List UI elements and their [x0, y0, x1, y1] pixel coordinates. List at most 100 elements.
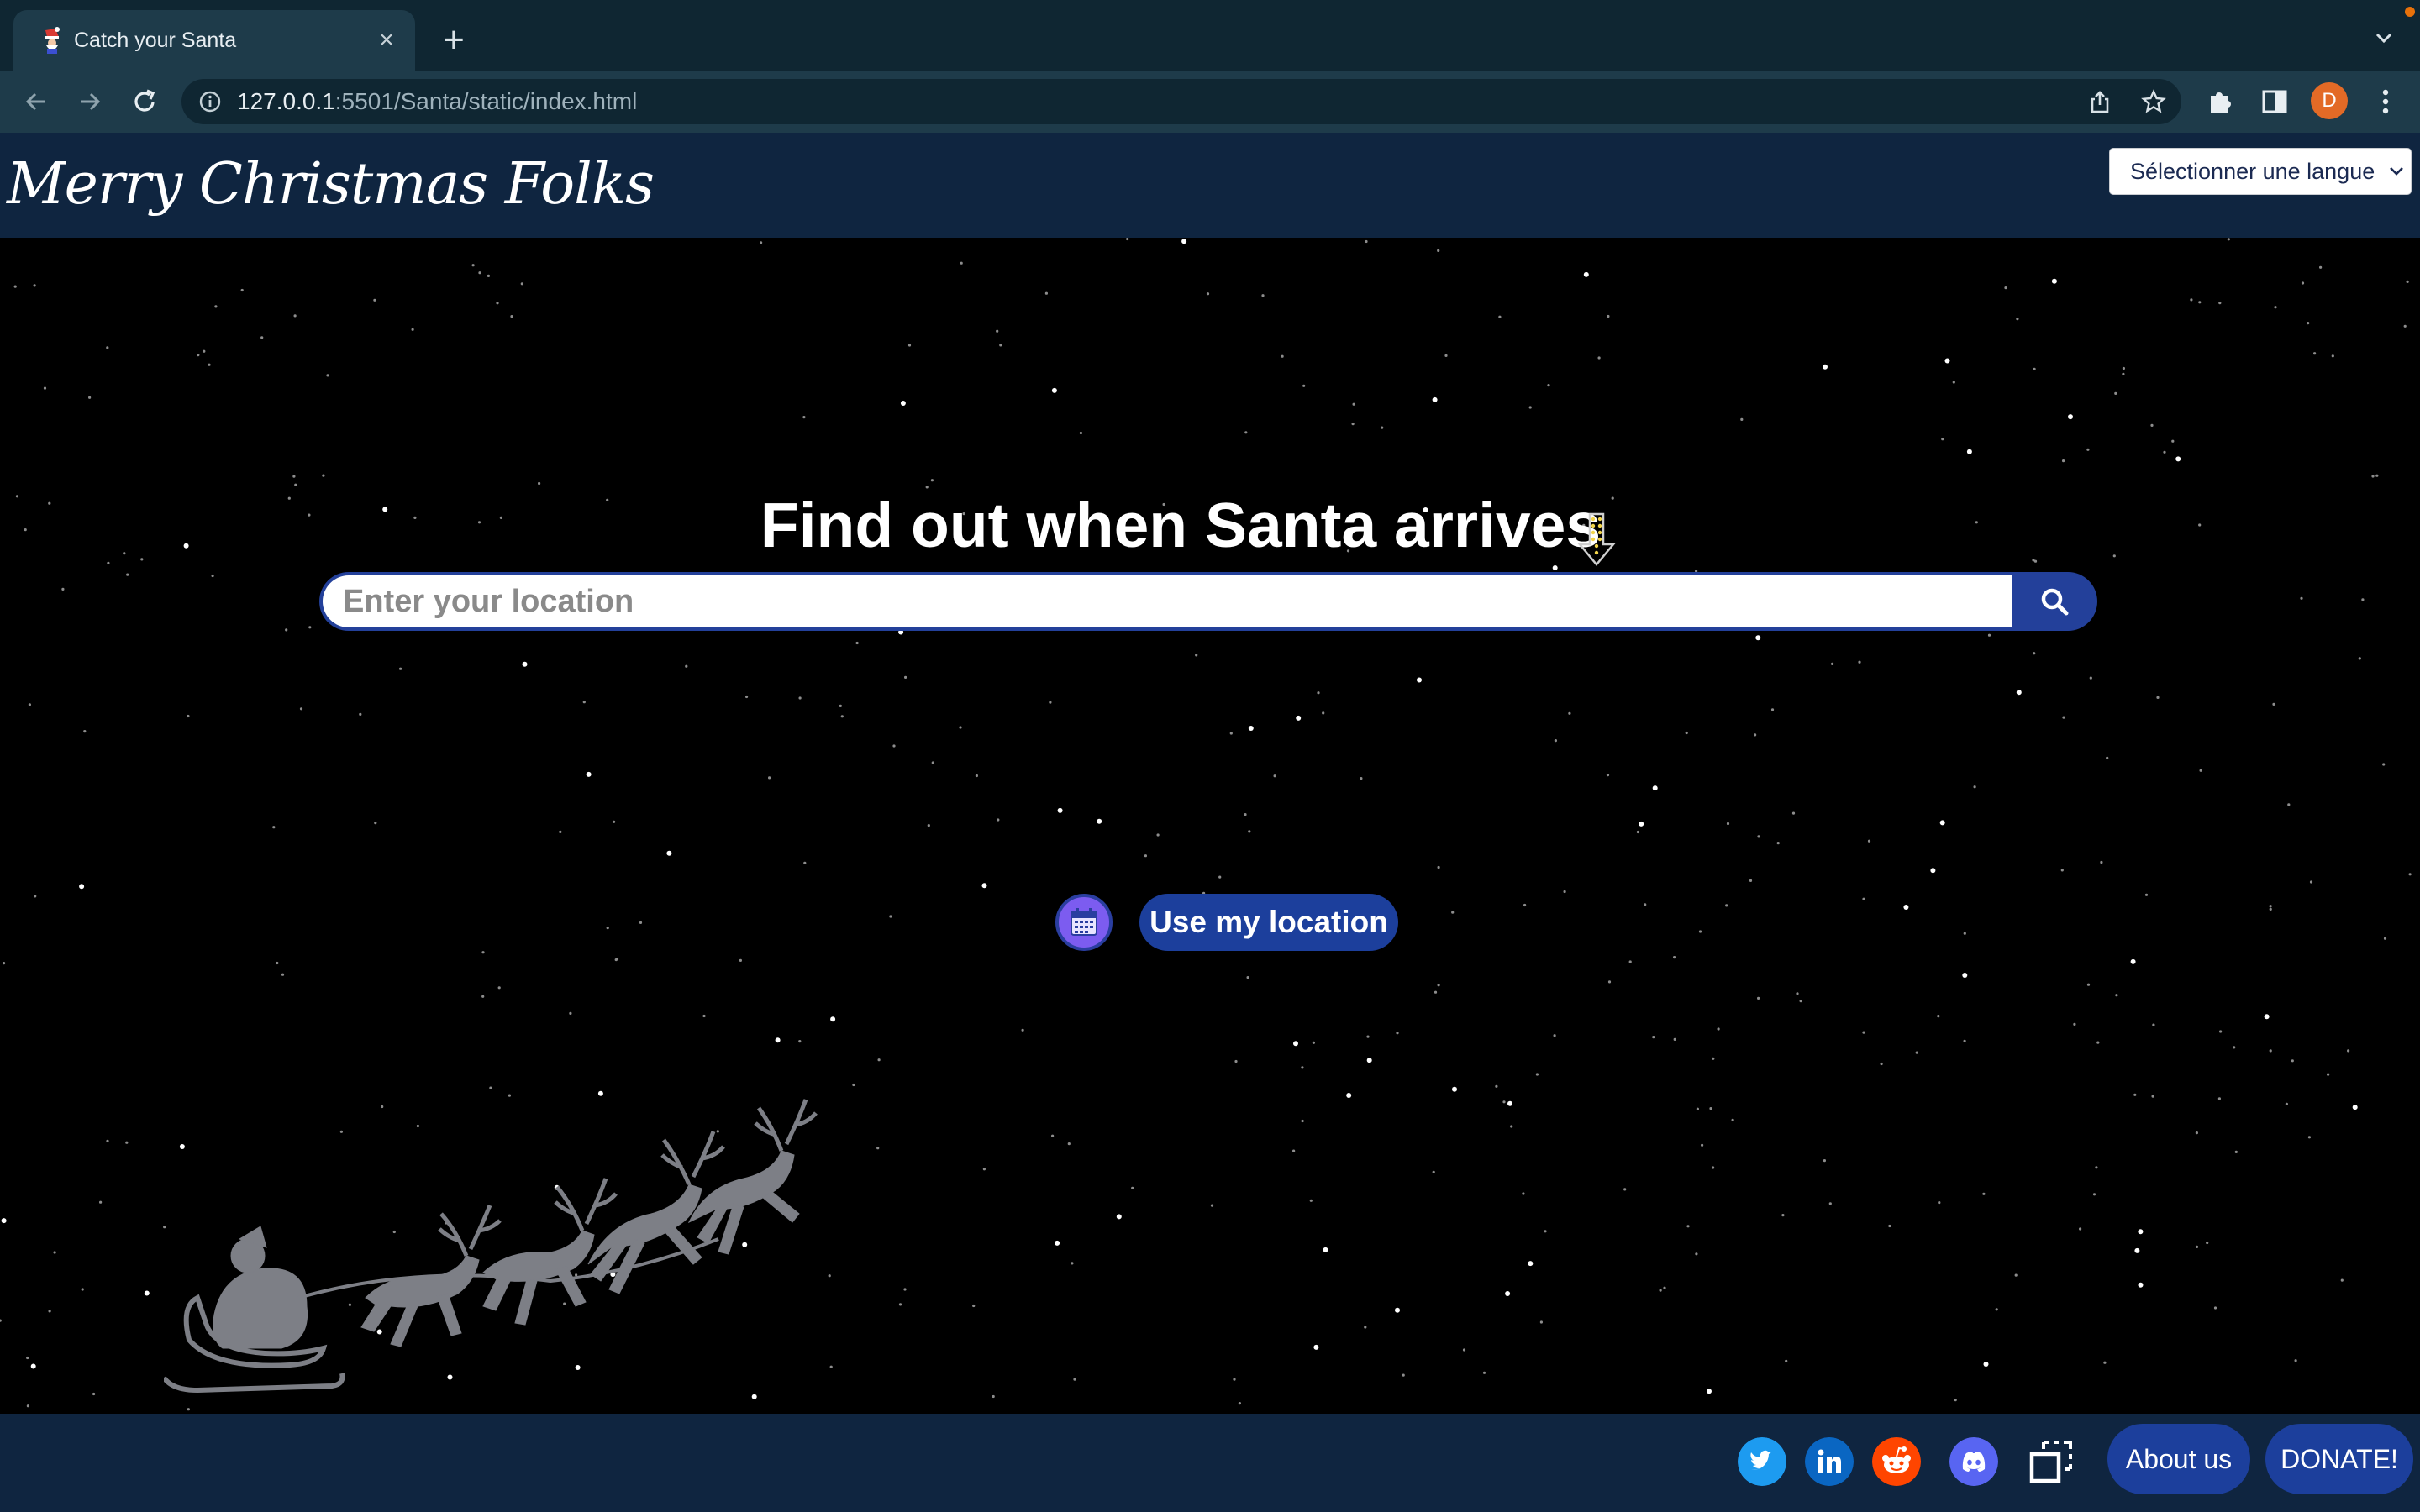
profile-avatar[interactable]: D — [2311, 82, 2348, 119]
star — [1982, 1192, 1986, 1195]
star — [88, 396, 92, 399]
star — [855, 641, 859, 645]
star — [2300, 596, 2303, 600]
star — [639, 921, 643, 924]
star — [83, 730, 87, 733]
star — [281, 973, 285, 976]
star — [2313, 352, 2317, 355]
star — [33, 284, 36, 287]
tab-close-icon[interactable]: × — [371, 25, 402, 55]
star — [1067, 1142, 1071, 1146]
star — [2144, 893, 2149, 896]
star — [2138, 1282, 2144, 1288]
star — [830, 1016, 836, 1022]
star — [1831, 662, 1834, 665]
new-tab-button[interactable]: + — [437, 22, 471, 59]
location-search-input[interactable] — [319, 572, 2012, 631]
url-path: :5501/Santa/static/index.html — [334, 88, 638, 114]
tab-search-chevron-icon[interactable] — [2371, 25, 2396, 50]
star — [1057, 807, 1063, 813]
star — [2062, 459, 2065, 463]
star — [0, 1319, 2, 1322]
star — [1544, 1230, 1547, 1233]
star — [411, 328, 414, 331]
star — [81, 1288, 84, 1291]
discord-icon[interactable] — [1949, 1437, 1998, 1486]
star — [2198, 301, 2202, 304]
star — [292, 475, 296, 478]
star — [1939, 820, 1945, 826]
twitter-icon[interactable] — [1738, 1437, 1786, 1486]
language-select[interactable]: Sélectionner une langue — [2109, 148, 2412, 195]
star — [2150, 423, 2154, 427]
star — [1366, 1058, 1372, 1063]
browser-toolbar: 127.0.0.1:5501/Santa/static/index.html D — [0, 71, 2420, 133]
star — [240, 288, 244, 292]
star — [903, 1288, 907, 1291]
star — [2115, 994, 2118, 997]
star — [2206, 1241, 2209, 1245]
star — [798, 1040, 802, 1043]
browser-menu-icon[interactable] — [2373, 84, 2398, 119]
url-text[interactable]: 127.0.0.1:5501/Santa/static/index.html — [237, 88, 637, 115]
star — [197, 354, 200, 357]
star — [930, 479, 934, 482]
star — [1234, 1059, 1238, 1063]
star — [1073, 1378, 1076, 1381]
address-bar[interactable]: 127.0.0.1:5501/Santa/static/index.html — [182, 79, 2181, 124]
donate-button[interactable]: DONATE! — [2265, 1424, 2413, 1494]
star — [1954, 1399, 1957, 1402]
side-panel-icon[interactable] — [2257, 84, 2292, 119]
star — [1528, 1261, 1534, 1267]
star — [1717, 1027, 1720, 1031]
star — [1685, 731, 1688, 735]
search-icon — [2041, 588, 2069, 616]
copy-link-icon[interactable] — [2027, 1437, 2075, 1486]
reload-icon[interactable] — [127, 84, 162, 119]
star — [2319, 265, 2323, 269]
star — [1395, 1307, 1400, 1313]
about-us-button[interactable]: About us — [2107, 1424, 2250, 1494]
star — [2309, 880, 2313, 884]
star — [1776, 842, 1780, 845]
extensions-puzzle-icon[interactable] — [2203, 84, 2238, 119]
star — [1799, 1000, 1802, 1003]
use-my-location-button[interactable]: Use my location — [1139, 894, 1398, 951]
calendar-button[interactable] — [1055, 894, 1113, 951]
star — [285, 628, 288, 632]
linkedin-icon[interactable] — [1805, 1437, 1854, 1486]
star — [768, 776, 771, 780]
star — [1323, 1247, 1328, 1252]
star — [613, 820, 616, 823]
star — [1535, 1073, 1539, 1076]
star — [1238, 1402, 1241, 1405]
bookmark-star-icon[interactable] — [2141, 89, 2166, 114]
star — [1302, 384, 1306, 387]
forward-arrow-icon[interactable] — [72, 84, 108, 119]
star — [1079, 431, 1082, 435]
star — [1539, 1320, 1543, 1324]
share-icon[interactable] — [2087, 89, 2112, 114]
arrow-down-cursor-icon — [1577, 512, 1616, 566]
back-arrow-icon[interactable] — [18, 84, 54, 119]
star — [2114, 391, 2118, 395]
star — [1097, 818, 1102, 824]
search-button[interactable] — [2012, 572, 2097, 631]
star — [1351, 423, 1355, 426]
browser-tab[interactable]: Catch your Santa × — [13, 10, 415, 71]
star — [30, 1363, 36, 1369]
star — [106, 346, 109, 349]
star — [34, 895, 37, 898]
site-footer: About us DONATE! — [0, 1414, 2420, 1512]
site-info-icon[interactable] — [198, 90, 222, 113]
star — [1116, 1214, 1122, 1220]
star — [1583, 271, 1589, 277]
star — [2213, 1306, 2217, 1310]
star — [877, 1058, 881, 1062]
star — [1510, 1125, 1513, 1128]
reddit-icon[interactable] — [1872, 1437, 1921, 1486]
star — [294, 483, 297, 486]
star — [1049, 701, 1052, 704]
star — [1505, 1291, 1511, 1296]
star — [1462, 1348, 1466, 1352]
